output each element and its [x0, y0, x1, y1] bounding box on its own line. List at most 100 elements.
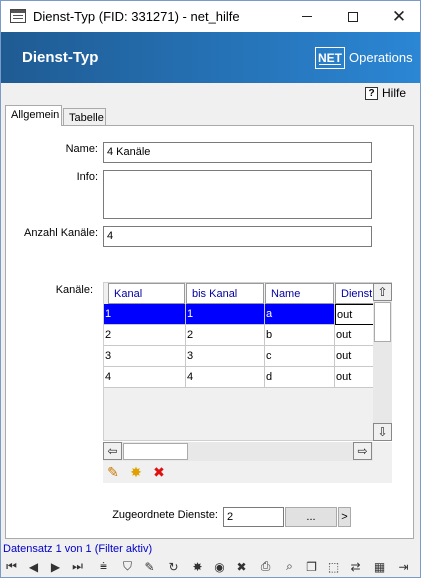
product-name: Operations: [349, 50, 413, 65]
record-status: Datensatz 1 von 1 (Filter aktiv): [3, 543, 153, 555]
edit-pencil-icon: ✎: [144, 559, 155, 574]
info-label: Info:: [76, 171, 98, 183]
delete-icon: ✖: [236, 559, 247, 574]
globe-icon: ◉: [214, 559, 225, 574]
first-record-button[interactable]: ⏮: [3, 558, 20, 575]
title-bar[interactable]: Dienst-Typ (FID: 331271) - net_hilfe ✕: [1, 1, 420, 32]
globe-button[interactable]: ◉: [211, 558, 228, 575]
next-record-icon: ▶: [50, 559, 61, 574]
new-record-icon: ✸: [192, 559, 203, 574]
print-button[interactable]: ⎙: [257, 558, 274, 575]
cell-bis-kanal[interactable]: 2: [186, 325, 265, 346]
prev-record-button[interactable]: ◀: [25, 558, 42, 575]
cell-bis-kanal[interactable]: 1: [186, 304, 265, 325]
cell-kanal[interactable]: 1: [104, 304, 186, 325]
delete-button[interactable]: ✖: [233, 558, 250, 575]
cell-bis-kanal[interactable]: 4: [186, 367, 265, 388]
banner-title: Dienst-Typ: [22, 49, 99, 66]
cell-dienst[interactable]: out: [335, 367, 375, 388]
select-icon: ⬚: [327, 559, 340, 574]
cell-kanal[interactable]: 4: [104, 367, 186, 388]
delete-x-icon: ✖: [153, 463, 165, 480]
exit-button[interactable]: ⇥: [395, 558, 412, 575]
prev-record-icon: ◀: [28, 559, 39, 574]
refresh-button[interactable]: ↻: [165, 558, 182, 575]
next-record-button[interactable]: ▶: [47, 558, 64, 575]
scroll-down-button[interactable]: ⇩: [373, 423, 392, 441]
help-icon: ?: [365, 86, 378, 100]
count-field[interactable]: 4: [103, 226, 372, 247]
edit-pencil-button[interactable]: ✎: [141, 558, 158, 575]
copy-icon: ❐: [306, 559, 317, 574]
grid-vertical-scrollbar[interactable]: ⇧ ⇩: [373, 283, 392, 441]
filter-button[interactable]: ⛉: [119, 558, 136, 575]
search-button[interactable]: ⌕: [281, 558, 298, 575]
net-logo: NET: [315, 47, 345, 69]
maximize-icon: [348, 11, 358, 22]
name-field[interactable]: 4 Kanäle: [103, 142, 372, 163]
select-button[interactable]: ⬚: [325, 558, 342, 575]
header-banner: Dienst-Typ NET Operations: [1, 32, 420, 83]
cell-name[interactable]: c: [265, 346, 335, 367]
cell-name[interactable]: d: [265, 367, 335, 388]
cell-dienst[interactable]: out: [335, 325, 375, 346]
last-record-button[interactable]: ⏭: [69, 558, 86, 575]
close-icon: ✕: [391, 6, 407, 26]
help-label: Hilfe: [382, 86, 407, 100]
column-header-name[interactable]: Name: [265, 283, 334, 304]
filter-add-icon: ⩧: [99, 559, 107, 573]
help-button[interactable]: ? Hilfe: [365, 85, 406, 101]
cell-bis-kanal[interactable]: 3: [186, 346, 265, 367]
horizontal-scroll-thumb[interactable]: [123, 443, 188, 460]
scroll-up-button[interactable]: ⇧: [373, 283, 392, 301]
close-button[interactable]: ✕: [376, 1, 420, 32]
transfer-button[interactable]: ⇄: [347, 558, 364, 575]
cell-name[interactable]: a: [265, 304, 335, 325]
cell-name[interactable]: b: [265, 325, 335, 346]
edit-row-button[interactable]: ✎: [105, 464, 121, 480]
scroll-right-button[interactable]: ⇨: [353, 442, 372, 460]
arrow-up-icon: ⇧: [377, 285, 388, 299]
search-icon: ⌕: [286, 559, 293, 573]
info-field[interactable]: [103, 170, 372, 219]
cell-dienst[interactable]: out: [335, 346, 375, 367]
record-navigation-toolbar: ⏮ ◀ ▶ ⏭ ⩧ ⛉ ✎ ↻ ✸ ◉ ✖ ⎙ ⌕ ❐ ⬚ ⇄ ▦ ⇥: [1, 556, 420, 577]
assigned-services-label: Zugeordnete Dienste:: [112, 509, 218, 521]
pencil-icon: ✎: [107, 463, 119, 480]
grid-toolbar: ✎ ✸ ✖: [103, 461, 392, 483]
channels-label: Kanäle:: [55, 284, 93, 296]
cell-kanal[interactable]: 2: [104, 325, 186, 346]
assigned-services-open-button[interactable]: ...: [285, 507, 337, 527]
minimize-button[interactable]: [284, 1, 330, 32]
new-row-button[interactable]: ✸: [128, 464, 144, 480]
transfer-icon: ⇄: [350, 559, 361, 574]
tab-allgemein[interactable]: Allgemein: [5, 105, 62, 126]
column-header-kanal[interactable]: Kanal: [108, 283, 185, 304]
cell-dienst[interactable]: out: [335, 304, 375, 325]
column-header-dienst[interactable]: Dienst: [335, 283, 375, 304]
new-record-button[interactable]: ✸: [189, 558, 206, 575]
print-icon: ⎙: [260, 559, 271, 573]
refresh-icon: ↻: [168, 559, 179, 574]
delete-row-button[interactable]: ✖: [151, 464, 167, 480]
first-record-icon: ⏮: [6, 559, 17, 573]
arrow-down-icon: ⇩: [377, 425, 388, 439]
scroll-left-button[interactable]: ⇦: [103, 442, 122, 460]
grid-horizontal-scrollbar[interactable]: ⇦ ⇨: [103, 442, 373, 461]
assigned-services-next-button[interactable]: >: [338, 507, 351, 527]
cell-kanal[interactable]: 3: [104, 346, 186, 367]
arrow-right-icon: ⇨: [357, 444, 368, 458]
copy-button[interactable]: ❐: [303, 558, 320, 575]
filter-add-button[interactable]: ⩧: [95, 558, 112, 575]
column-header-bis-kanal[interactable]: bis Kanal: [186, 283, 264, 304]
maximize-button[interactable]: [330, 1, 376, 32]
assigned-services-count: 2: [223, 507, 284, 527]
scrollbar-corner: [373, 442, 392, 461]
dialog-window: Dienst-Typ (FID: 331271) - net_hilfe ✕ D…: [0, 0, 421, 578]
sparkle-new-icon: ✸: [130, 463, 142, 480]
exit-icon: ⇥: [398, 559, 409, 574]
name-label: Name:: [65, 143, 98, 155]
table-columns-button[interactable]: ▦: [371, 558, 388, 575]
vertical-scroll-thumb[interactable]: [374, 302, 391, 342]
minimize-icon: [302, 16, 312, 17]
